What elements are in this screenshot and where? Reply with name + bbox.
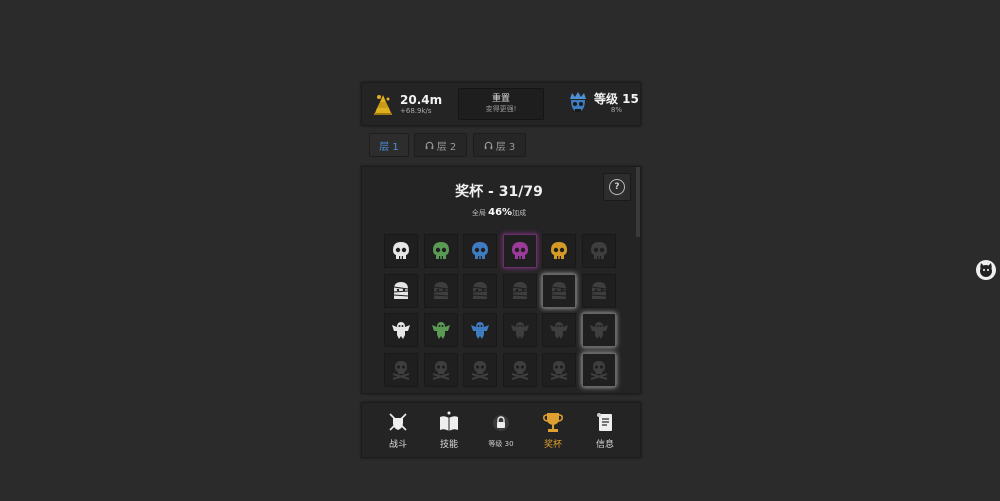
bottom-nav: 战斗 技能 等级 30 奖杯 信息 bbox=[361, 402, 641, 458]
level-display: 等级 15 8% bbox=[568, 91, 639, 115]
spellbook-icon bbox=[440, 411, 458, 431]
side-avatar[interactable] bbox=[976, 260, 996, 280]
trophy-cell[interactable] bbox=[582, 353, 616, 387]
mummy-icon bbox=[472, 282, 488, 299]
trophy-cell[interactable] bbox=[503, 353, 537, 387]
trophy-cell[interactable] bbox=[542, 313, 576, 347]
trophy-cell[interactable] bbox=[542, 353, 576, 387]
nav-info-label: 信息 bbox=[595, 440, 614, 450]
skull-crossbones-icon bbox=[392, 361, 410, 380]
gold-amount: 20.4m bbox=[400, 92, 443, 107]
nav-trophies[interactable]: 奖杯 bbox=[531, 411, 575, 450]
bird-icon bbox=[550, 322, 568, 339]
tab-layer-3-label: 层 3 bbox=[495, 141, 516, 153]
lock-icon bbox=[493, 415, 509, 431]
crossed-swords-shield-icon bbox=[389, 413, 407, 431]
headphones-lock-icon bbox=[484, 141, 492, 149]
mummy-icon bbox=[591, 282, 607, 299]
global-bonus: 全局 46%加成 bbox=[362, 207, 636, 218]
gold-display: 20.4m +68.9k/s bbox=[372, 91, 442, 117]
trophy-cell[interactable] bbox=[582, 274, 616, 308]
skull-crossbones-icon bbox=[550, 361, 568, 380]
nav-trophies-label: 奖杯 bbox=[543, 440, 562, 450]
nav-skills-label: 技能 bbox=[439, 440, 458, 450]
trophy-cell[interactable] bbox=[384, 274, 418, 308]
trophy-cell[interactable] bbox=[503, 313, 537, 347]
trophy-cell[interactable] bbox=[463, 234, 497, 268]
skull-crossbones-icon bbox=[590, 361, 608, 380]
bonus-suffix: 加成 bbox=[512, 209, 527, 217]
tab-layer-1-label: 层 1 bbox=[379, 141, 399, 153]
tab-layer-3[interactable]: 层 3 bbox=[473, 133, 526, 157]
level-label: 等级 15 bbox=[594, 92, 639, 106]
nav-info[interactable]: 信息 bbox=[583, 411, 627, 450]
crowned-skull-icon bbox=[570, 92, 586, 112]
gold-pile-icon bbox=[374, 95, 392, 115]
bird-icon bbox=[590, 322, 608, 339]
trophy-cell[interactable] bbox=[503, 274, 537, 308]
reset-button[interactable]: 重置 变得更强! bbox=[458, 88, 544, 120]
trophy-cell[interactable] bbox=[463, 274, 497, 308]
trophy-cell[interactable] bbox=[424, 234, 458, 268]
trophy-icon bbox=[543, 413, 563, 432]
trophy-cell[interactable] bbox=[384, 353, 418, 387]
nav-locked-label: 等级 30 bbox=[488, 440, 514, 448]
trophy-cell[interactable] bbox=[463, 353, 497, 387]
cat-face-icon bbox=[980, 263, 992, 277]
scroll-icon bbox=[597, 413, 612, 431]
scrollbar[interactable] bbox=[636, 167, 640, 237]
skull-icon bbox=[393, 242, 409, 259]
skull-icon bbox=[472, 242, 488, 259]
nav-skills[interactable]: 技能 bbox=[427, 411, 471, 450]
bird-icon bbox=[392, 322, 410, 339]
skull-icon bbox=[591, 242, 607, 259]
trophy-cell[interactable] bbox=[424, 274, 458, 308]
skull-icon bbox=[551, 242, 567, 259]
trophy-panel: ? 奖杯 - 31/79 全局 46%加成 bbox=[361, 166, 641, 394]
bird-icon bbox=[471, 322, 489, 339]
top-stats-bar: 20.4m +68.9k/s 重置 变得更强! 等级 15 8% bbox=[361, 82, 641, 126]
tab-layer-2[interactable]: 层 2 bbox=[414, 133, 467, 157]
trophy-cell[interactable] bbox=[384, 234, 418, 268]
bonus-prefix: 全局 bbox=[471, 209, 486, 217]
skull-crossbones-icon bbox=[471, 361, 489, 380]
nav-locked-level-30[interactable]: 等级 30 bbox=[479, 411, 523, 449]
trophy-cell[interactable] bbox=[384, 313, 418, 347]
tab-layer-1[interactable]: 层 1 bbox=[369, 133, 409, 157]
mummy-icon bbox=[551, 282, 567, 299]
trophy-cell[interactable] bbox=[424, 353, 458, 387]
trophy-cell[interactable] bbox=[503, 234, 537, 268]
trophy-cell[interactable] bbox=[582, 234, 616, 268]
trophy-cell[interactable] bbox=[463, 313, 497, 347]
tab-layer-2-label: 层 2 bbox=[436, 141, 457, 153]
bird-icon bbox=[432, 322, 450, 339]
trophy-cell[interactable] bbox=[542, 234, 576, 268]
mummy-icon bbox=[433, 282, 449, 299]
nav-combat-label: 战斗 bbox=[388, 440, 407, 450]
level-progress: 8% bbox=[610, 106, 622, 114]
mummy-icon bbox=[393, 282, 409, 299]
reset-subtitle: 变得更强! bbox=[485, 105, 517, 113]
reset-label: 重置 bbox=[491, 94, 510, 104]
skull-icon bbox=[512, 242, 528, 259]
skull-crossbones-icon bbox=[511, 361, 529, 380]
trophy-cell[interactable] bbox=[424, 313, 458, 347]
mummy-icon bbox=[512, 282, 528, 299]
bird-icon bbox=[511, 322, 529, 339]
skull-crossbones-icon bbox=[432, 361, 450, 380]
trophy-cell[interactable] bbox=[582, 313, 616, 347]
trophy-cell[interactable] bbox=[542, 274, 576, 308]
skull-icon bbox=[433, 242, 449, 259]
headphones-lock-icon bbox=[425, 141, 433, 149]
nav-combat[interactable]: 战斗 bbox=[376, 411, 420, 450]
trophy-title: 奖杯 - 31/79 bbox=[455, 184, 543, 200]
gold-rate: +68.9k/s bbox=[400, 106, 432, 115]
bonus-value: 46% bbox=[488, 207, 513, 218]
